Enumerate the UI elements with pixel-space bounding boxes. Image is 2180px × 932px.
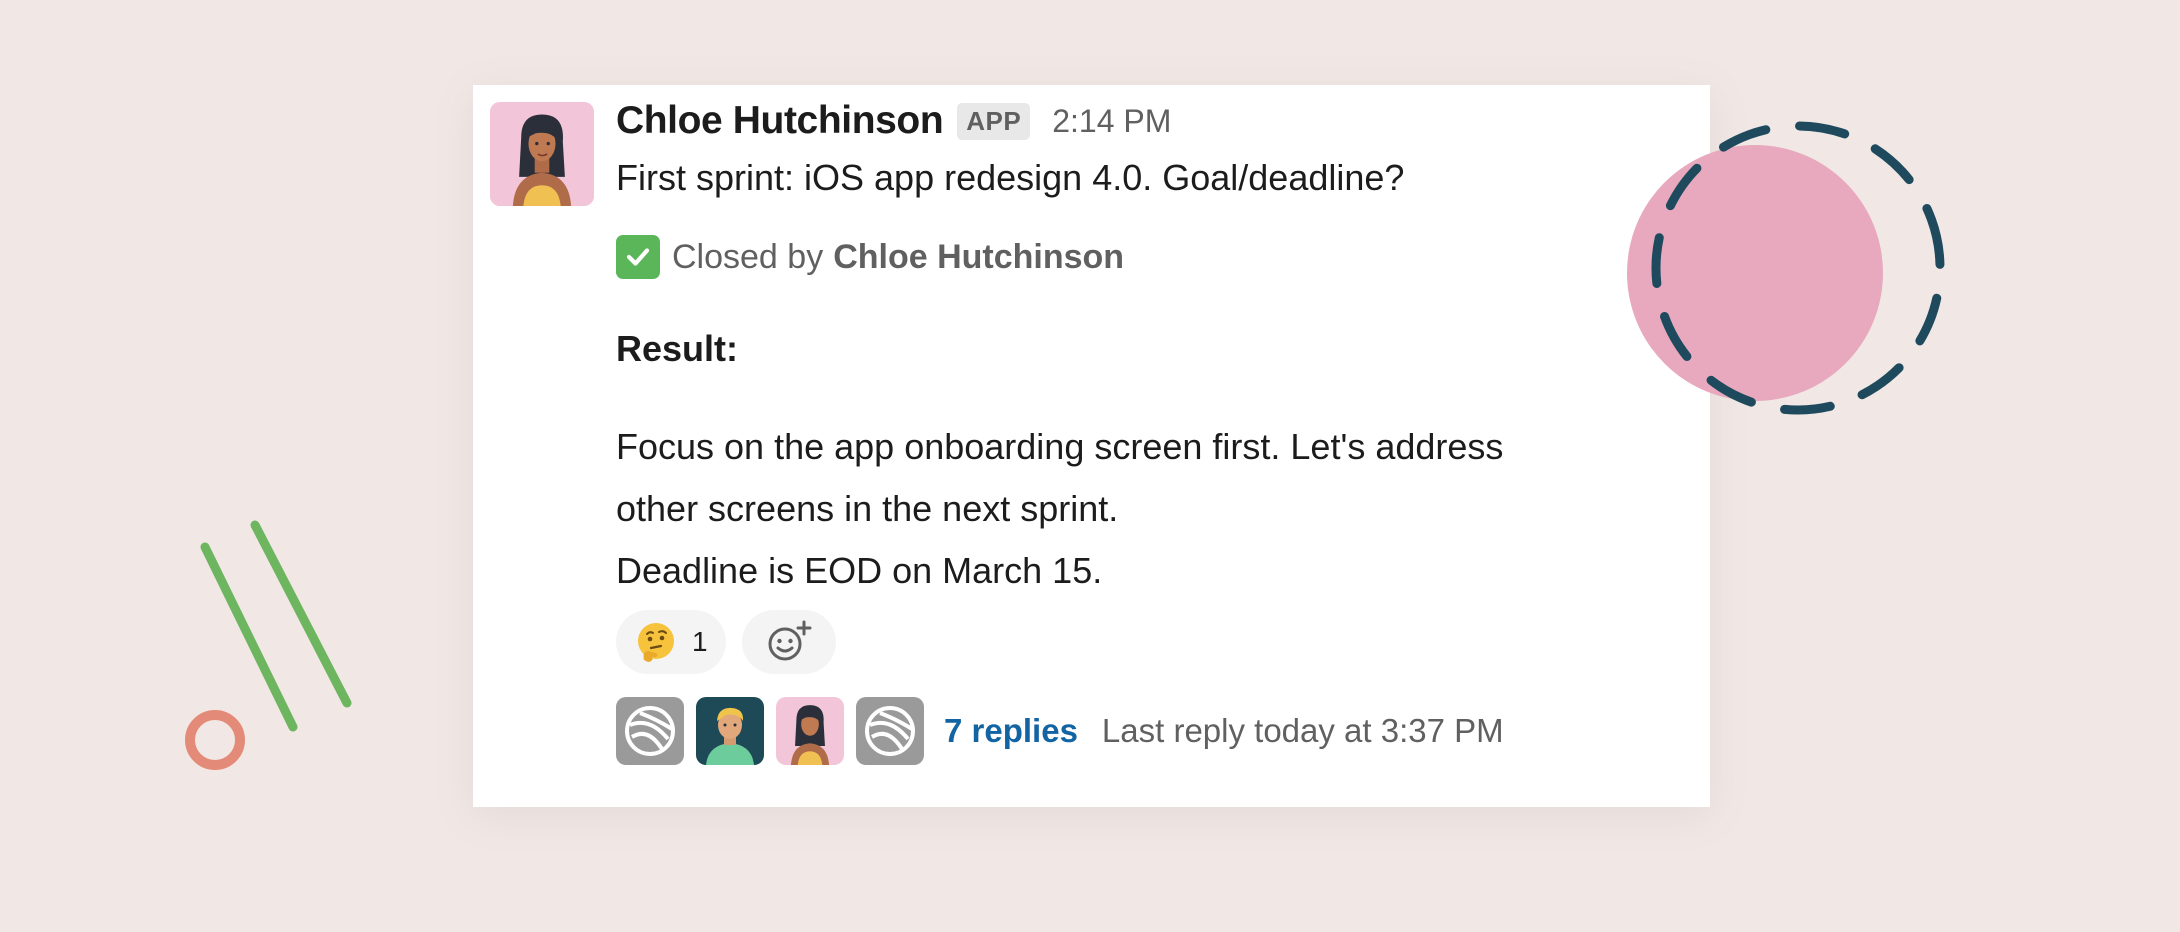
author-name[interactable]: Chloe Hutchinson (616, 99, 944, 143)
message-text: First sprint: iOS app redesign 4.0. Goal… (616, 157, 1405, 198)
thread-participant-avatar[interactable] (616, 697, 684, 765)
reaction-count: 1 (692, 626, 708, 657)
result-text: Focus on the app onboarding screen first… (616, 416, 1670, 602)
message-body: Chloe Hutchinson APP 2:14 PM First sprin… (616, 95, 1670, 766)
last-reply-text: Last reply today at 3:37 PM (1101, 712, 1504, 749)
add-reaction-button[interactable] (741, 610, 836, 674)
reactions-bar: 1 (616, 610, 1670, 674)
result-title: Result: (616, 328, 739, 369)
reaction-thinking-face[interactable]: 1 (616, 610, 726, 674)
replies-link[interactable]: 7 replies (944, 712, 1078, 750)
thread-summary[interactable]: 7 replies Last reply today at 3:37 PM (616, 696, 1670, 766)
result-line: Deadline is EOD on March 15. (616, 550, 1103, 591)
result-line: other screens in the next sprint. (616, 488, 1119, 529)
message-timestamp[interactable]: 2:14 PM (1052, 103, 1171, 140)
message-header: Chloe Hutchinson APP 2:14 PM (616, 95, 1670, 147)
app-badge: APP (957, 102, 1031, 140)
check-mark-icon (616, 235, 660, 279)
decorative-ring (185, 710, 245, 770)
closed-status: Closed by Chloe Hutchinson (616, 234, 1670, 280)
result-line: Focus on the app onboarding screen first… (616, 426, 1504, 467)
closed-label: Closed by (672, 237, 824, 276)
thread-participant-avatar[interactable] (696, 697, 764, 765)
thread-participant-avatar[interactable] (776, 697, 844, 765)
author-avatar[interactable] (490, 102, 594, 206)
decorative-circles (1627, 121, 1945, 415)
add-reaction-icon (768, 620, 812, 661)
thinking-face-icon (638, 623, 674, 662)
closed-by-name[interactable]: Chloe Hutchinson (833, 238, 1124, 277)
message-card: Chloe Hutchinson APP 2:14 PM First sprin… (473, 85, 1710, 807)
thread-participant-avatar[interactable] (856, 697, 924, 765)
